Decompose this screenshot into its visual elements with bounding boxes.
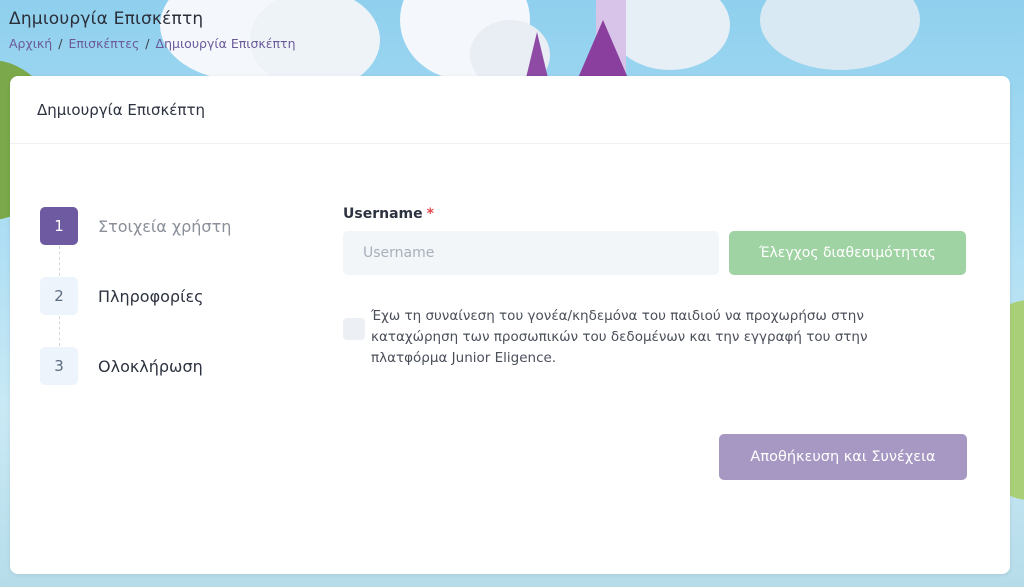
- username-input[interactable]: [343, 231, 719, 275]
- step-number: 2: [40, 277, 78, 315]
- page-title: Δημιουργία Επισκέπτη: [9, 9, 204, 29]
- breadcrumb-current: Δημιουργία Επισκέπτη: [155, 36, 296, 51]
- breadcrumb-separator: /: [58, 36, 63, 51]
- step-connector: [59, 316, 60, 346]
- username-label-text: Username: [343, 206, 423, 222]
- step-completion[interactable]: 3 Ολοκλήρωση: [40, 346, 231, 386]
- breadcrumb-separator: /: [145, 36, 150, 51]
- step-label: Στοιχεία χρήστη: [98, 216, 232, 236]
- consent-text: Έχω τη συναίνεση του γονέα/κηδεμόνα του …: [371, 308, 868, 366]
- consent-row: Έχω τη συναίνεση του γονέα/κηδεμόνα του …: [343, 306, 966, 369]
- check-availability-button[interactable]: Έλεγχος διαθεσιμότητας: [729, 231, 966, 275]
- required-mark: *: [426, 206, 434, 222]
- step-user-details[interactable]: 1 Στοιχεία χρήστη: [40, 206, 232, 276]
- save-and-continue-button[interactable]: Αποθήκευση και Συνέχεια: [719, 434, 967, 480]
- consent-checkbox[interactable]: [343, 318, 365, 340]
- step-number: 1: [40, 207, 78, 245]
- step-information[interactable]: 2 Πληροφορίες: [40, 276, 231, 346]
- breadcrumb-home[interactable]: Αρχική: [9, 36, 52, 51]
- step-number: 3: [40, 347, 78, 385]
- card-title: Δημιουργία Επισκέπτη: [10, 76, 1010, 144]
- breadcrumb: Αρχική / Επισκέπτες / Δημιουργία Επισκέπ…: [9, 36, 296, 51]
- step-label: Ολοκλήρωση: [98, 356, 203, 376]
- user-details-form: Username* Έλεγχος διαθεσιμότητας Έχω τη …: [343, 206, 966, 369]
- step-label: Πληροφορίες: [98, 286, 204, 306]
- create-visitor-card: Δημιουργία Επισκέπτη 1 Στοιχεία χρήστη 2…: [10, 76, 1010, 574]
- step-connector: [59, 246, 60, 276]
- wizard-steps: 1 Στοιχεία χρήστη 2 Πληροφορίες 3 Ολοκλή…: [40, 206, 231, 416]
- username-label: Username *: [343, 206, 966, 222]
- breadcrumb-visitors[interactable]: Επισκέπτες: [68, 36, 139, 51]
